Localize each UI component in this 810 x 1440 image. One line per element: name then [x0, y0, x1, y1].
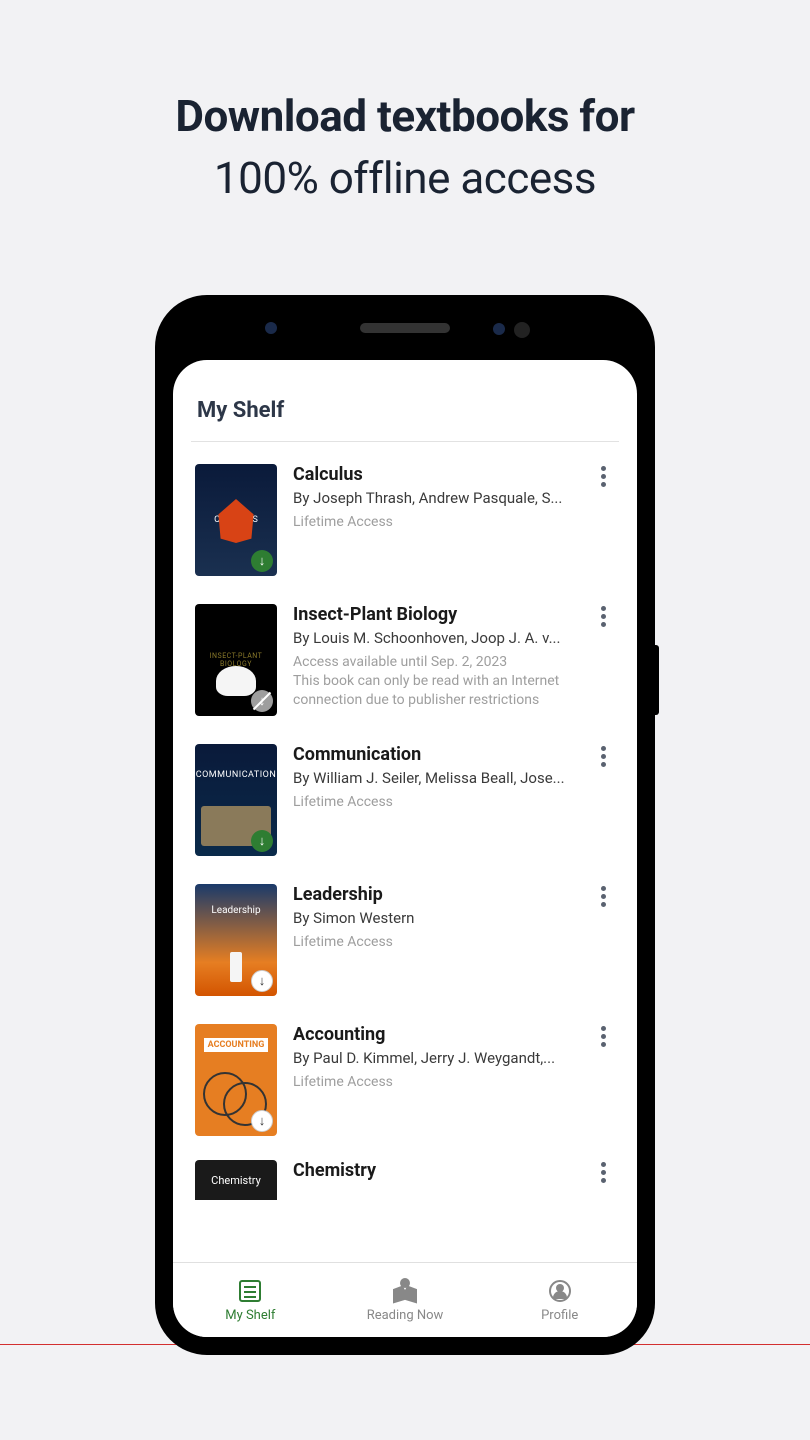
book-item-accounting[interactable]: ACCOUNTING ↓ Accounting By Paul D. Kimme… [191, 1002, 619, 1142]
more-options-button[interactable] [591, 604, 615, 627]
download-disabled-icon[interactable]: ↓ [251, 690, 273, 712]
reading-icon [392, 1278, 418, 1304]
book-title: Leadership [293, 884, 575, 905]
book-cover[interactable]: Leadership ↓ [195, 884, 277, 996]
book-author: By Louis M. Schoonhoven, Joop J. A. v... [293, 629, 575, 647]
book-cover[interactable]: COMMUNICATION ↓ [195, 744, 277, 856]
cover-label: COMMUNICATION [196, 770, 277, 780]
book-item-calculus[interactable]: CALCULUS ↓ Calculus By Joseph Thrash, An… [191, 442, 619, 582]
book-access: Access available until Sep. 2, 2023 [293, 653, 575, 672]
book-access: Lifetime Access [293, 933, 575, 952]
download-badge-icon[interactable]: ↓ [251, 1110, 273, 1132]
book-restriction-note: This book can only be read with an Inter… [293, 672, 575, 710]
book-info: Leadership By Simon Western Lifetime Acc… [293, 884, 575, 952]
profile-icon [547, 1278, 573, 1304]
phone-speaker-area [360, 323, 450, 333]
book-access: Lifetime Access [293, 1073, 575, 1092]
page-title: My Shelf [197, 398, 613, 423]
cover-label: Leadership [211, 905, 260, 916]
book-title: Accounting [293, 1024, 575, 1045]
nav-label: My Shelf [225, 1308, 275, 1323]
book-item-chemistry[interactable]: Chemistry Chemistry [191, 1142, 619, 1200]
book-title: Chemistry [293, 1160, 575, 1181]
book-info: Chemistry [293, 1160, 575, 1185]
more-options-button[interactable] [591, 744, 615, 767]
screen-header: My Shelf [173, 360, 637, 441]
book-title: Calculus [293, 464, 575, 485]
bottom-navigation: My Shelf Reading Now Profile [173, 1262, 637, 1337]
shelf-icon [237, 1278, 263, 1304]
nav-my-shelf[interactable]: My Shelf [173, 1263, 328, 1337]
nav-reading-now[interactable]: Reading Now [328, 1263, 483, 1337]
book-info: Calculus By Joseph Thrash, Andrew Pasqua… [293, 464, 575, 532]
book-cover[interactable]: INSECT-PLANT BIOLOGY ↓ [195, 604, 277, 716]
book-info: Communication By William J. Seiler, Meli… [293, 744, 575, 812]
book-author: By Simon Western [293, 909, 575, 927]
hero-text: Download textbooks for 100% offline acce… [0, 0, 810, 204]
book-info: Accounting By Paul D. Kimmel, Jerry J. W… [293, 1024, 575, 1092]
cover-label: Chemistry [211, 1174, 261, 1187]
book-cover[interactable]: CALCULUS ↓ [195, 464, 277, 576]
phone-frame: My Shelf CALCULUS ↓ Calculus By Joseph T… [155, 295, 655, 1355]
cover-label: ACCOUNTING [204, 1038, 269, 1052]
download-badge-icon[interactable]: ↓ [251, 970, 273, 992]
more-options-button[interactable] [591, 884, 615, 907]
book-list[interactable]: CALCULUS ↓ Calculus By Joseph Thrash, An… [173, 442, 637, 1262]
book-author: By Paul D. Kimmel, Jerry J. Weygandt,... [293, 1049, 575, 1067]
nav-label: Profile [541, 1308, 578, 1323]
nav-label: Reading Now [367, 1308, 444, 1323]
book-cover[interactable]: ACCOUNTING ↓ [195, 1024, 277, 1136]
book-author: By William J. Seiler, Melissa Beall, Jos… [293, 769, 575, 787]
nav-profile[interactable]: Profile [482, 1263, 637, 1337]
cover-label: CALCULUS [214, 515, 258, 525]
book-item-leadership[interactable]: Leadership ↓ Leadership By Simon Western… [191, 862, 619, 1002]
book-access: Lifetime Access [293, 513, 575, 532]
app-screen: My Shelf CALCULUS ↓ Calculus By Joseph T… [173, 360, 637, 1337]
download-badge-icon[interactable]: ↓ [251, 830, 273, 852]
download-badge-icon[interactable]: ↓ [251, 550, 273, 572]
hero-line-1: Download textbooks for [0, 90, 810, 142]
phone-side-button [655, 645, 659, 715]
book-cover[interactable]: Chemistry [195, 1160, 277, 1200]
book-access: Lifetime Access [293, 793, 575, 812]
more-options-button[interactable] [591, 1160, 615, 1183]
book-item-insect-plant-biology[interactable]: INSECT-PLANT BIOLOGY ↓ Insect-Plant Biol… [191, 582, 619, 722]
book-info: Insect-Plant Biology By Louis M. Schoonh… [293, 604, 575, 710]
book-author: By Joseph Thrash, Andrew Pasquale, S... [293, 489, 575, 507]
more-options-button[interactable] [591, 1024, 615, 1047]
cover-label: INSECT-PLANT BIOLOGY [199, 652, 273, 668]
book-title: Insect-Plant Biology [293, 604, 575, 625]
hero-line-2: 100% offline access [0, 152, 810, 204]
more-options-button[interactable] [591, 464, 615, 487]
book-title: Communication [293, 744, 575, 765]
book-item-communication[interactable]: COMMUNICATION ↓ Communication By William… [191, 722, 619, 862]
